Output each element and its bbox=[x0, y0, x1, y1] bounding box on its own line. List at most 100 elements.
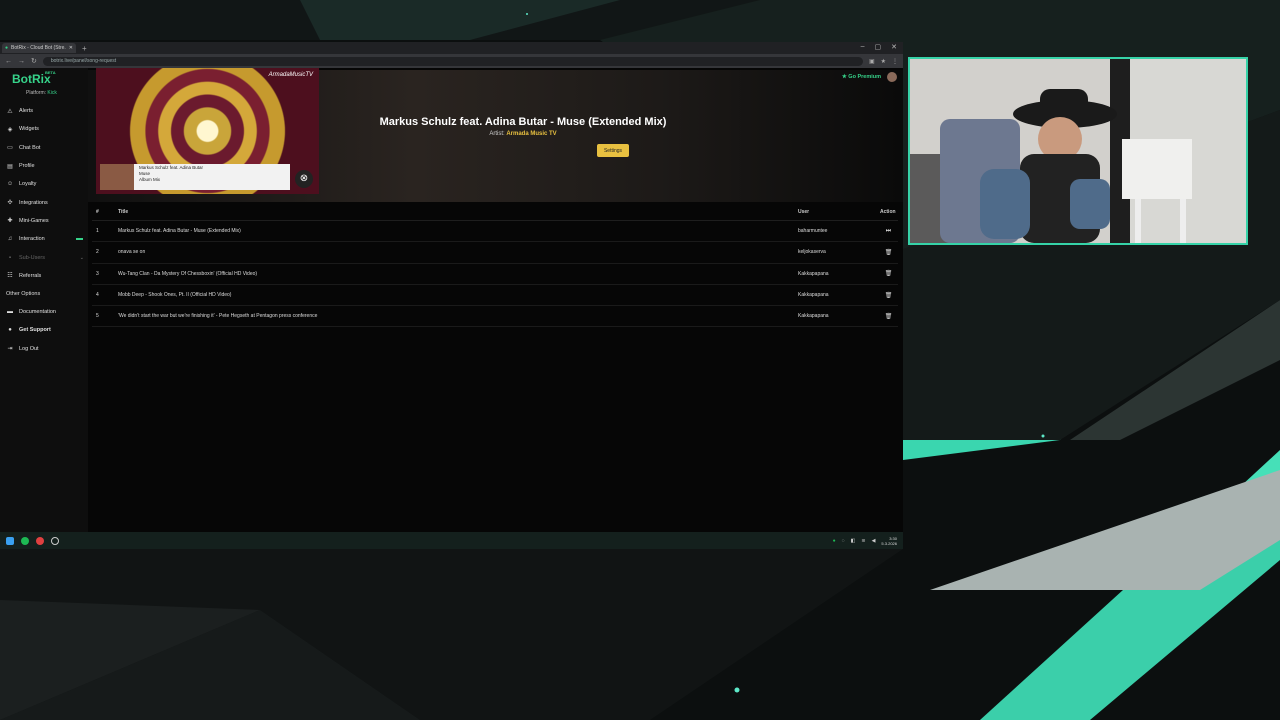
table-row: 5 'We didn't start the war but we're fin… bbox=[92, 305, 898, 328]
spotify-tray-icon[interactable]: ● bbox=[833, 538, 836, 544]
system-tray: ● ◌ ◧ ≋ ◀ 3:30 5.3.2026 bbox=[833, 536, 897, 546]
sidebar-item-loyalty[interactable]: ☺ Loyalty bbox=[0, 175, 88, 193]
sidebar-item-label: Documentation bbox=[19, 309, 56, 316]
sidebar-item-widgets[interactable]: ◈ Widgets bbox=[0, 120, 88, 138]
gamepad-icon: ✚ bbox=[7, 218, 13, 225]
clock[interactable]: 3:30 5.3.2026 bbox=[881, 536, 897, 546]
go-premium-button[interactable]: ★ Go Premium bbox=[842, 74, 881, 80]
close-tab-icon[interactable]: ✕ bbox=[69, 45, 73, 51]
taskbar-apps bbox=[6, 536, 59, 545]
skip-icon[interactable]: ⏭ bbox=[886, 228, 891, 234]
avatar[interactable] bbox=[887, 72, 897, 82]
new-badge bbox=[76, 238, 83, 241]
sidebar-item-profile[interactable]: ▤ Profile bbox=[0, 157, 88, 175]
botrix-logo[interactable]: BotRix BETA bbox=[0, 70, 88, 86]
row-num: 1 bbox=[92, 220, 117, 243]
new-tab-icon[interactable]: + bbox=[82, 44, 87, 53]
users-icon: ▪ bbox=[8, 254, 12, 261]
row-num: 4 bbox=[92, 284, 117, 307]
chevron-down-icon: ⌄ bbox=[79, 254, 84, 261]
trash-icon[interactable]: 🗑 bbox=[885, 314, 893, 320]
wifi-icon[interactable]: ≋ bbox=[861, 538, 865, 544]
url-input[interactable]: botrix.live/panel/song-request bbox=[42, 56, 863, 66]
trash-icon[interactable]: 🗑 bbox=[885, 271, 893, 277]
sidebar: BotRix BETA Platform: Kick ⚠ Alerts ◈ Wi… bbox=[0, 68, 88, 532]
sidebar-item-referrals[interactable]: ☷ Referrals bbox=[0, 267, 88, 285]
forward-icon[interactable]: → bbox=[18, 58, 25, 65]
trash-icon[interactable]: 🗑 bbox=[885, 250, 893, 256]
main-content: ★ Go Premium ArmadaMusicTV Markus Schulz… bbox=[88, 68, 903, 532]
reload-icon[interactable]: ↻ bbox=[31, 57, 37, 65]
document-icon: ▬ bbox=[7, 309, 13, 316]
tray-icon[interactable]: ◧ bbox=[851, 538, 856, 544]
extension-icon[interactable]: ▣ bbox=[869, 58, 875, 65]
obs-record-icon[interactable] bbox=[36, 536, 44, 545]
integrations-icon: ✣ bbox=[7, 200, 13, 207]
music-icon: ♫ bbox=[7, 236, 13, 243]
sidebar-item-label: Referrals bbox=[19, 272, 42, 279]
sidebar-item-label: Profile bbox=[19, 163, 35, 170]
tab-title: BotRix - Cloud Bot (Stre... bbox=[11, 45, 66, 51]
browser-tab[interactable]: ● BotRix - Cloud Bot (Stre... ✕ bbox=[2, 43, 76, 53]
beta-badge: BETA bbox=[45, 70, 56, 75]
sidebar-item-label: Alerts bbox=[19, 108, 34, 115]
row-user: baharmuntee bbox=[797, 220, 879, 243]
col-user-header: User bbox=[797, 204, 879, 221]
maximize-icon[interactable]: ▢ bbox=[875, 43, 882, 51]
sidebar-item-label: Sub-Users bbox=[19, 254, 45, 261]
volume-icon[interactable]: ◀ bbox=[872, 538, 876, 544]
sidebar-item-documentation[interactable]: ▬ Documentation bbox=[0, 303, 88, 321]
song-artist: Artist: Armada Music TV bbox=[258, 131, 788, 137]
row-num: 5 bbox=[92, 305, 117, 328]
row-user: Kakkapapana bbox=[797, 263, 879, 285]
profile-icon: ▤ bbox=[7, 163, 13, 170]
bookmark-icon[interactable]: ★ bbox=[881, 58, 886, 65]
row-title: 'We didn't start the war but we're finis… bbox=[117, 305, 797, 328]
browser-window: ● BotRix - Cloud Bot (Stre... ✕ + – ▢ ✕ … bbox=[0, 42, 903, 532]
menu-icon[interactable]: ⋮ bbox=[892, 58, 898, 65]
sidebar-item-interaction[interactable]: ♫ Interaction bbox=[0, 230, 88, 248]
sidebar-item-label: Mini-Games bbox=[19, 217, 49, 224]
settings-button[interactable]: Settings bbox=[597, 144, 629, 157]
table-row: 4 Mobb Deep - Shook Ones, Pt. II (Offici… bbox=[92, 284, 898, 307]
artist-photo bbox=[100, 164, 134, 190]
windows-start-icon[interactable] bbox=[6, 536, 14, 545]
browser-taskbar-icon[interactable] bbox=[51, 536, 59, 545]
sidebar-item-mini-games[interactable]: ✚ Mini-Games bbox=[0, 212, 88, 230]
minimize-icon[interactable]: – bbox=[861, 43, 865, 51]
back-icon[interactable]: ← bbox=[5, 58, 12, 65]
alert-triangle-icon: ⚠ bbox=[7, 108, 13, 115]
address-bar: ← → ↻ botrix.live/panel/song-request ▣ ★… bbox=[0, 54, 903, 68]
other-options-heading: Other Options bbox=[6, 290, 41, 297]
platform-indicator: Platform: Kick bbox=[0, 90, 88, 96]
sidebar-item-label: Integrations bbox=[19, 199, 48, 206]
referrals-icon: ☷ bbox=[7, 273, 13, 280]
go-premium-label: Go Premium bbox=[848, 74, 881, 80]
sidebar-item-get-support[interactable]: ● Get Support bbox=[0, 321, 88, 339]
sidebar-item-label: Chat Bot bbox=[19, 144, 41, 151]
tray-icon[interactable]: ◌ bbox=[842, 538, 845, 544]
trash-icon[interactable]: 🗑 bbox=[885, 293, 893, 299]
sidebar-item-label: Interaction bbox=[19, 236, 45, 243]
sidebar-item-log-out[interactable]: ⇥ Log Out bbox=[0, 340, 88, 358]
sidebar-item-alerts[interactable]: ⚠ Alerts bbox=[0, 102, 88, 120]
sidebar-item-label: Widgets bbox=[19, 126, 39, 133]
row-title: Mobb Deep - Shook Ones, Pt. II (Official… bbox=[117, 284, 797, 307]
table-header-row: # Title User Action bbox=[92, 204, 898, 221]
song-title: Markus Schulz feat. Adina Butar - Muse (… bbox=[379, 116, 667, 128]
armada-badge-icon: ⊗ bbox=[295, 170, 313, 188]
sidebar-item-label: Log Out bbox=[19, 345, 39, 352]
row-user: Kakkapapana bbox=[797, 305, 879, 328]
url-text: botrix.live/panel/song-request bbox=[50, 58, 117, 64]
sidebar-item-chat-bot[interactable]: ▭ Chat Bot bbox=[0, 139, 88, 157]
artist-name: Armada Music TV bbox=[506, 131, 557, 137]
sidebar-item-integrations[interactable]: ✣ Integrations bbox=[0, 193, 88, 211]
close-window-icon[interactable]: ✕ bbox=[891, 43, 897, 51]
webcam-feed-image bbox=[910, 59, 1246, 243]
sidebar-item-sub-users[interactable]: ▪ Sub-Users ⌄ bbox=[0, 248, 88, 266]
row-title: Markus Schulz feat. Adina Butar - Muse (… bbox=[117, 220, 797, 243]
spotify-icon[interactable] bbox=[21, 536, 29, 545]
col-action-header: Action bbox=[879, 204, 898, 221]
row-user: keljokaserva bbox=[797, 241, 879, 264]
row-user: Kakkapapana bbox=[797, 284, 879, 307]
